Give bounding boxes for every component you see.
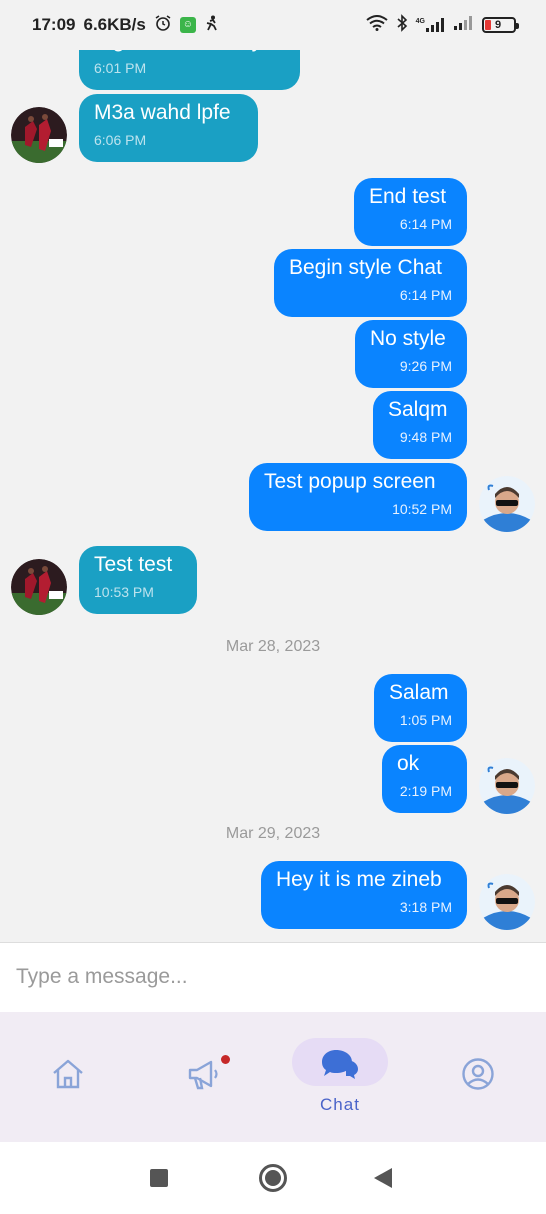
message-text: Begin style Chat [289,256,442,279]
alarm-icon [154,14,172,37]
status-bar: 17:09 6.6KB/s ☺ 4G 9 [0,0,546,50]
bottom-navigation: Chat [0,1012,546,1142]
message-text: Salam [389,681,449,704]
message-text: M3a wahd lpfe [94,101,231,124]
message-time: 10:52 PM [392,501,452,517]
message-bubble-outgoing[interactable]: No style 9:26 PM [355,320,467,388]
back-icon[interactable] [374,1168,392,1188]
bluetooth-icon [396,13,408,37]
date-separator: Mar 28, 2023 [225,638,321,655]
home-icon [50,1056,86,1097]
runner-icon [204,15,218,36]
signal-4g-icon: 4G [416,18,446,32]
message-text: Test popup screen [264,470,436,493]
system-navigation-bar [0,1142,546,1214]
contact-avatar[interactable] [11,559,67,615]
nav-announcements[interactable] [136,1012,272,1142]
wifi-icon [366,14,388,36]
profile-icon [461,1057,495,1096]
battery-level: 9 [495,19,502,31]
message-time: 1:05 PM [399,712,452,728]
notification-dot [221,1055,230,1064]
message-input[interactable] [16,957,526,997]
message-bubble-outgoing[interactable]: ok 2:19 PM [382,745,467,813]
user-avatar[interactable] [479,758,535,814]
date-separator: Mar 29, 2023 [225,825,321,842]
message-bubble-incoming[interactable]: Test test 10:53 PM [79,546,197,614]
message-bubble-outgoing[interactable]: Hey it is me zineb 3:18 PM [261,861,467,929]
home-button-icon[interactable] [259,1164,287,1192]
clock: 17:09 [32,15,76,34]
message-time: 2:19 PM [399,783,452,799]
message-text: No style [370,327,446,350]
message-list[interactable]: Kighadi m3a l9raya 6:01 PM M3a wahd lpfe… [0,0,546,942]
message-time: 6:14 PM [399,216,452,232]
message-bubble-outgoing[interactable]: Salam 1:05 PM [374,674,467,742]
message-bubble-outgoing[interactable]: Begin style Chat 6:14 PM [274,249,467,317]
message-composer [0,942,546,1012]
signal-icon [454,15,474,35]
message-time: 9:26 PM [399,358,452,374]
network-speed: 6.6KB/s [83,15,146,34]
nav-chat-label: Chat [320,1095,360,1114]
user-avatar[interactable] [479,476,535,532]
message-text: Salqm [388,398,448,421]
nav-home[interactable] [0,1012,136,1142]
message-bubble-incoming[interactable]: M3a wahd lpfe 6:06 PM [79,94,258,162]
message-time: 9:48 PM [399,429,452,445]
message-text: ok [397,752,420,775]
chat-screen: Kighadi m3a l9raya 6:01 PM M3a wahd lpfe… [0,0,546,1214]
recents-icon[interactable] [150,1169,168,1187]
nav-profile[interactable] [410,1012,546,1142]
message-text: Test test [94,553,173,576]
user-avatar[interactable] [479,874,535,930]
message-time: 6:01 PM [94,60,147,76]
message-time: 6:14 PM [399,287,452,303]
message-bubble-outgoing[interactable]: End test 6:14 PM [354,178,467,246]
message-time: 3:18 PM [399,899,452,915]
message-time: 10:53 PM [94,584,154,600]
contact-avatar[interactable] [11,107,67,163]
message-bubble-outgoing[interactable]: Test popup screen 10:52 PM [249,463,467,531]
message-text: Hey it is me zineb [276,868,442,891]
battery-icon: 9 [482,17,519,33]
message-bubble-outgoing[interactable]: Salqm 9:48 PM [373,391,467,459]
nav-chat[interactable]: Chat [272,1012,408,1142]
megaphone-icon [185,1056,223,1097]
app-notification-icon: ☺ [179,17,196,33]
message-text: End test [369,185,447,208]
chat-icon [322,1046,358,1085]
message-time: 6:06 PM [94,132,147,148]
